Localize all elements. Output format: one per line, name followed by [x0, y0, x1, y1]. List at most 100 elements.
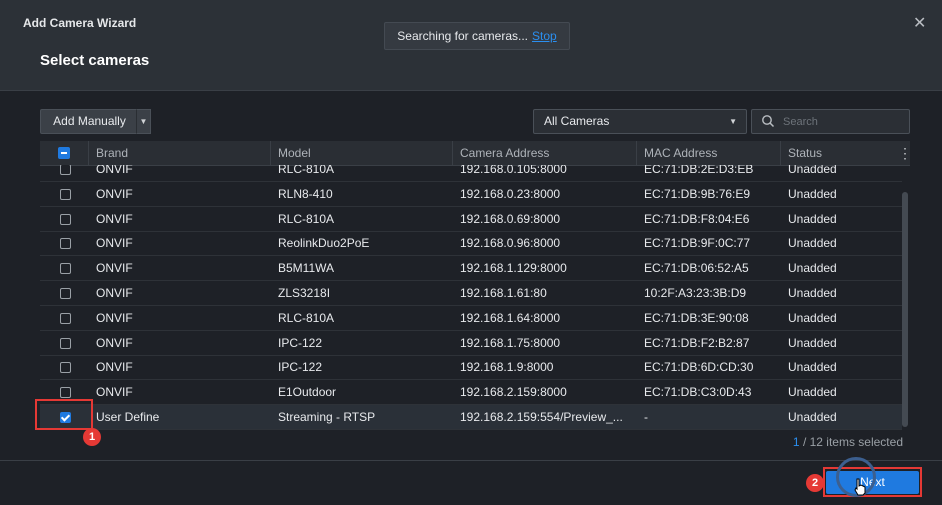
table-row[interactable]: ONVIF IPC-122 192.168.1.75:8000 EC:71:DB:F2… [40, 331, 902, 356]
cell-mac: EC:71:DB:06:52:A5 [644, 261, 749, 276]
cell-mac: EC:71:DB:9B:76:E9 [644, 186, 751, 201]
cell-status: Unadded [788, 360, 837, 375]
cell-address: 192.168.0.105:8000 [460, 165, 567, 176]
cell-address: 192.168.0.69:8000 [460, 211, 561, 226]
table-row[interactable]: ONVIF RLC-810A 192.168.0.105:8000 EC:71:DB:… [40, 165, 902, 182]
cell-mac: EC:71:DB:6D:CD:30 [644, 360, 754, 375]
table-row[interactable]: ONVIF ReolinkDuo2PoE 192.168.0.96:8000 EC:7… [40, 231, 902, 257]
selected-number: 1 [792, 435, 800, 449]
cell-brand: ONVIF [96, 165, 133, 176]
step-badge-2: 2 [806, 474, 824, 492]
selection-count: 1 / 12 items selected [700, 435, 903, 449]
page-title: Select cameras [40, 52, 150, 69]
cell-address: 192.168.1.75:8000 [460, 335, 561, 350]
row-checkbox[interactable] [60, 312, 71, 324]
row-checkbox[interactable] [60, 362, 71, 374]
cell-mac: EC:71:DB:C3:0D:43 [644, 385, 752, 400]
cell-brand: ONVIF [96, 310, 133, 325]
row-checkbox[interactable] [60, 263, 71, 275]
column-header-model[interactable]: Model [270, 141, 452, 165]
cell-address: 192.168.0.96:8000 [460, 236, 561, 251]
cell-mac: - [644, 410, 648, 424]
cell-address: 192.168.1.64:8000 [460, 310, 561, 325]
window-title: Add Camera Wizard [23, 16, 137, 30]
add-manually-button[interactable]: Add Manually [40, 109, 139, 134]
cell-model: IPC-122 [278, 360, 323, 375]
cell-mac: EC:71:DB:9F:0C:77 [644, 236, 751, 251]
step-badge-1: 1 [83, 428, 101, 446]
cell-status: Unadded [788, 410, 837, 424]
close-icon[interactable]: ✕ [913, 13, 926, 33]
cell-mac: EC:71:DB:F8:04:E6 [644, 211, 750, 226]
next-button[interactable]: Next [826, 471, 919, 494]
cell-status: Unadded [788, 310, 837, 325]
cell-model: RLC-810A [278, 211, 335, 226]
cell-brand: ONVIF [96, 335, 133, 350]
cell-address: 192.168.1.129:8000 [460, 261, 567, 276]
cell-status: Unadded [788, 236, 837, 251]
table-row[interactable]: ONVIF ZLS3218I 192.168.1.61:80 10:2F:A3:23:… [40, 281, 902, 306]
camera-filter-select[interactable]: All Cameras ▼ [533, 109, 747, 134]
cell-model: ZLS3218I [278, 286, 331, 300]
caret-down-icon: ▼ [139, 117, 148, 126]
table-row[interactable]: ONVIF IPC-122 192.168.1.9:8000 EC:71:DB:6D:… [40, 355, 902, 381]
cell-status: Unadded [788, 286, 837, 300]
cell-mac: EC:71:DB:F2:B2:87 [644, 335, 750, 350]
cell-brand: ONVIF [96, 261, 133, 276]
table-row[interactable]: ONVIF RLC-810A 192.168.1.64:8000 EC:71:DB:3… [40, 306, 902, 331]
table-row[interactable]: ONVIF E1Outdoor 192.168.2.159:8000 EC:71:DB… [40, 380, 902, 406]
cell-status: Unadded [788, 211, 837, 226]
table-body: ONVIF RLC-810A 192.168.0.105:8000 EC:71:DB:… [40, 165, 902, 431]
search-input[interactable] [781, 112, 905, 132]
add-manually-dropdown[interactable]: ▼ [136, 109, 151, 134]
cell-status: Unadded [788, 261, 837, 276]
cell-mac: EC:71:DB:3E:90:08 [644, 310, 749, 325]
cell-model: RLC-810A [278, 310, 335, 325]
table-row[interactable]: User Define Streaming - RTSP 192.168.2.159… [40, 405, 902, 430]
stop-link[interactable]: Stop [532, 29, 557, 43]
row-checkbox[interactable] [60, 288, 71, 299]
cell-mac: EC:71:DB:2E:D3:EB [644, 165, 754, 176]
row-checkbox[interactable] [60, 213, 71, 225]
cell-status: Unadded [788, 186, 837, 201]
cell-brand: ONVIF [96, 211, 133, 226]
column-options-icon[interactable]: ⋮ [898, 141, 912, 165]
table-row[interactable]: ONVIF B5M11WA 192.168.1.129:8000 EC:71:DB:0… [40, 256, 902, 282]
cell-address: 192.168.0.23:8000 [460, 186, 561, 201]
row-checkbox[interactable] [60, 387, 71, 399]
column-header-status[interactable]: Status [780, 141, 896, 165]
row-checkbox[interactable] [60, 412, 71, 423]
cell-model: ReolinkDuo2PoE [278, 236, 370, 251]
table-row[interactable]: ONVIF RLC-810A 192.168.0.69:8000 EC:71:DB:F… [40, 207, 902, 232]
table-row[interactable]: ONVIF RLN8-410 192.168.0.23:8000 EC:71:DB:9… [40, 182, 902, 207]
cell-status: Unadded [788, 335, 837, 350]
wizard-footer [0, 460, 942, 505]
wizard-header: Add Camera Wizard Select cameras ✕ Searc… [0, 0, 942, 91]
cell-brand: ONVIF [96, 360, 133, 375]
row-checkbox[interactable] [60, 337, 71, 349]
cell-brand: ONVIF [96, 385, 133, 400]
cell-model: B5M11WA [278, 261, 335, 276]
search-box[interactable] [751, 109, 910, 134]
cell-address: 192.168.1.61:80 [460, 286, 547, 300]
row-checkbox[interactable] [60, 238, 71, 250]
table-scrollbar[interactable] [902, 192, 908, 427]
column-header-brand[interactable]: Brand [88, 141, 270, 165]
row-checkbox[interactable] [60, 188, 71, 200]
cell-address: 192.168.1.9:8000 [460, 360, 554, 375]
cell-address: 192.168.2.159:8000 [460, 385, 567, 400]
row-checkbox[interactable] [60, 165, 71, 175]
cell-mac: 10:2F:A3:23:3B:D9 [644, 286, 747, 300]
cell-brand: ONVIF [96, 236, 133, 251]
cell-status: Unadded [788, 165, 837, 176]
cell-brand: ONVIF [96, 286, 133, 300]
cell-status: Unadded [788, 385, 837, 400]
camera-filter-value: All Cameras [544, 114, 610, 128]
column-header-mac[interactable]: MAC Address [636, 141, 780, 165]
cell-model: RLC-810A [278, 165, 335, 176]
select-all-checkbox[interactable] [58, 147, 70, 159]
cell-address: 192.168.2.159:554/Preview_... [460, 410, 623, 424]
cell-model: Streaming - RTSP [278, 410, 376, 424]
column-header-address[interactable]: Camera Address [452, 141, 636, 165]
cell-brand: User Define [96, 410, 160, 424]
